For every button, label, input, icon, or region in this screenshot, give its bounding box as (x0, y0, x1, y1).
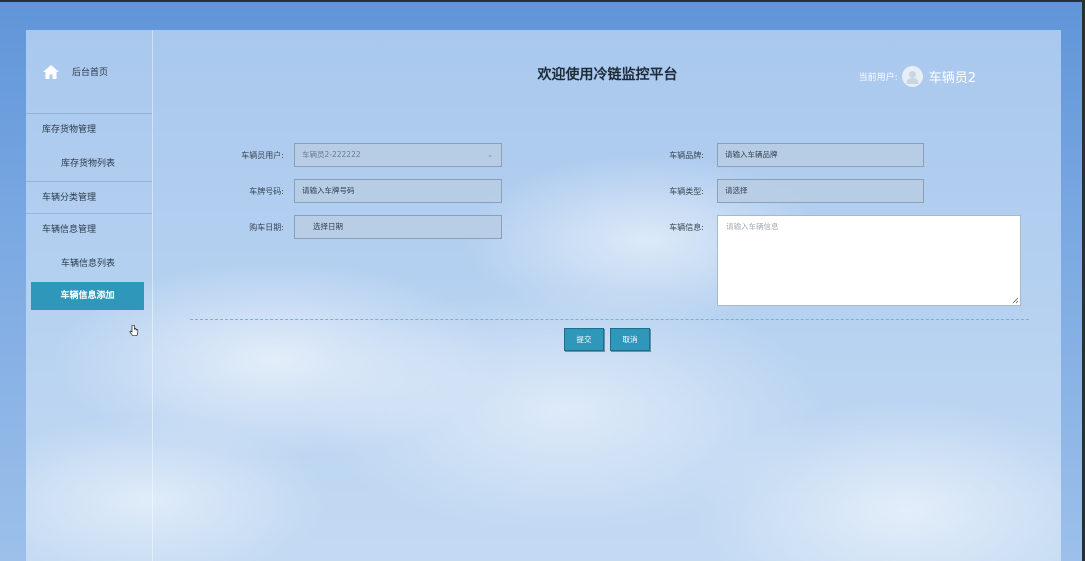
sidebar-home-label: 后台首页 (72, 68, 109, 78)
brand-input[interactable]: 请输入车辆品牌 (717, 143, 924, 167)
sidebar-home[interactable]: 后台首页 (26, 30, 152, 114)
sidebar-item-vehicle-list[interactable]: 车辆信息列表 (26, 246, 152, 282)
current-user: 当前用户: 车辆员2 (859, 66, 976, 87)
brand-label: 车辆品牌: (669, 151, 704, 160)
main-content: 欢迎使用冷链监控平台 当前用户: 车辆员2 车辆员用户: 车辆员2-222222… (154, 30, 1061, 561)
home-icon (43, 64, 59, 79)
brand-placeholder: 请输入车辆品牌 (725, 150, 778, 159)
resize-grip-icon[interactable] (1012, 297, 1019, 304)
plate-label: 车牌号码: (249, 187, 284, 196)
purchase-date-label: 购车日期: (249, 223, 284, 232)
sidebar-group-vehicle-info[interactable]: 车辆信息管理 (26, 214, 152, 246)
vehicle-user-select[interactable]: 车辆员2-222222 ⌄ (294, 143, 502, 167)
type-placeholder: 请选择 (725, 186, 748, 195)
vehicle-user-value: 车辆员2-222222 (302, 150, 361, 159)
sidebar-group-inventory[interactable]: 库存货物管理 (26, 114, 152, 146)
form-divider (190, 319, 1029, 320)
purchase-date-placeholder: 选择日期 (313, 222, 343, 231)
mouse-cursor-icon (129, 325, 139, 336)
window-top-edge (0, 0, 1085, 2)
sidebar: 后台首页 库存货物管理 库存货物列表 车辆分类管理 车辆信息管理 车辆信息列表 … (26, 30, 153, 561)
user-icon (906, 70, 919, 84)
sidebar-group-vehicle-category[interactable]: 车辆分类管理 (26, 182, 152, 214)
current-user-name: 车辆员2 (928, 71, 976, 86)
submit-button[interactable]: 提交 (564, 328, 604, 351)
plate-placeholder: 请输入车牌号码 (302, 186, 355, 195)
info-placeholder: 请输入车辆信息 (726, 222, 779, 231)
sidebar-item-inventory-list[interactable]: 库存货物列表 (26, 146, 152, 182)
vehicle-user-label: 车辆员用户: (241, 151, 284, 160)
cancel-button[interactable]: 取消 (610, 328, 650, 351)
purchase-date-input[interactable]: 选择日期 (294, 215, 502, 239)
chevron-down-icon: ⌄ (487, 151, 493, 159)
plate-input[interactable]: 请输入车牌号码 (294, 179, 502, 203)
sidebar-item-vehicle-add[interactable]: 车辆信息添加 (31, 282, 144, 310)
type-select[interactable]: 请选择 (717, 179, 924, 203)
type-label: 车辆类型: (669, 187, 704, 196)
app-panel: 后台首页 库存货物管理 库存货物列表 车辆分类管理 车辆信息管理 车辆信息列表 … (26, 30, 1061, 561)
current-user-prefix: 当前用户: (858, 73, 898, 83)
avatar (901, 66, 923, 87)
info-label: 车辆信息: (669, 223, 704, 232)
info-textarea[interactable]: 请输入车辆信息 (717, 215, 1021, 306)
